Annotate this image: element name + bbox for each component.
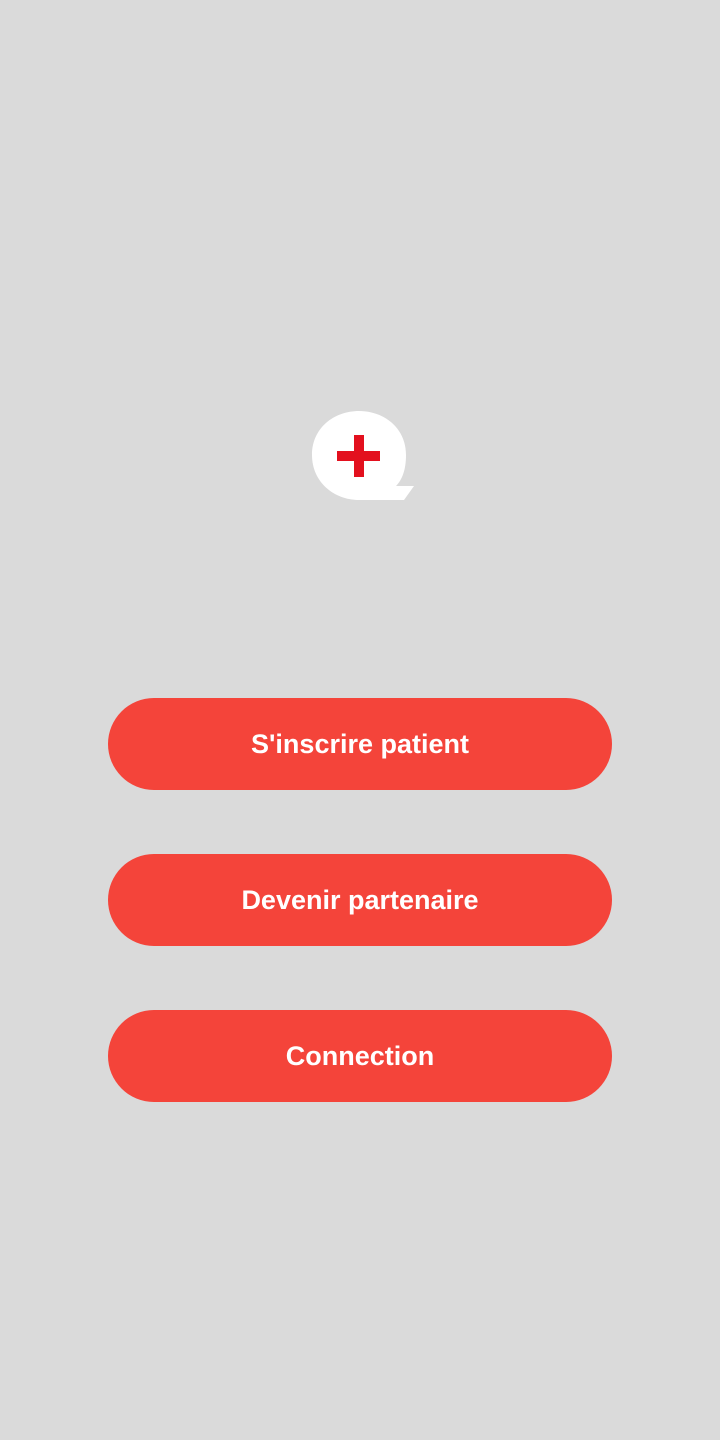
register-patient-button[interactable]: S'inscrire patient [108,698,612,790]
app-logo [310,408,414,504]
medical-cross-speech-bubble-icon [312,411,414,500]
register-patient-label: S'inscrire patient [251,728,469,759]
login-button[interactable]: Connection [108,1010,612,1102]
login-label: Connection [285,1040,435,1071]
become-partner-label: Devenir partenaire [241,884,479,915]
become-partner-button[interactable]: Devenir partenaire [108,854,612,946]
